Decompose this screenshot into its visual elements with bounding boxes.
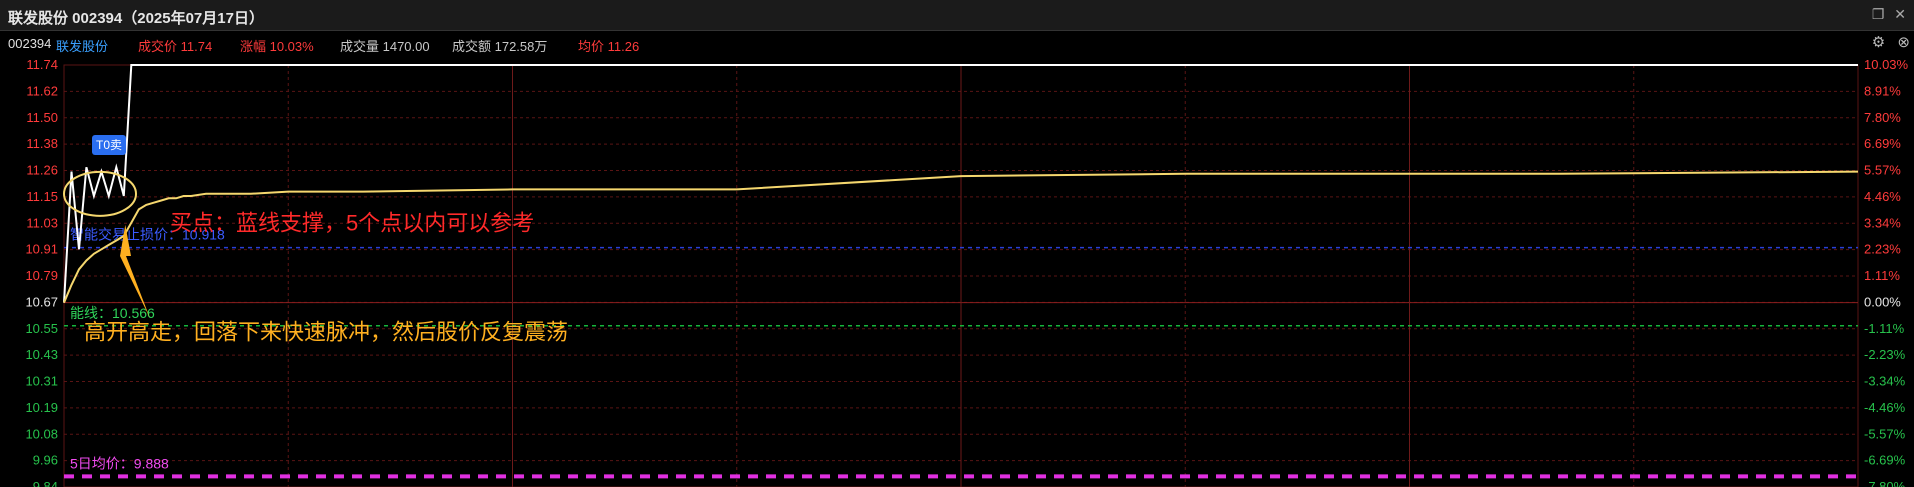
t0-sell-tag: T0卖: [96, 138, 122, 152]
y-tick-right: -4.46%: [1864, 400, 1906, 415]
y-tick-left: 10.08: [25, 426, 58, 441]
y-tick-right: -1.11%: [1864, 321, 1905, 336]
y-tick-right: 6.69%: [1864, 136, 1901, 151]
y-tick-right: 2.23%: [1864, 242, 1901, 257]
y-tick-left: 11.62: [26, 83, 58, 98]
open-note: 高开高走，回落下来快速脉冲，然后股价反复震荡: [84, 320, 568, 345]
y-tick-left: 11.03: [26, 215, 58, 230]
y-tick-right: -6.69%: [1864, 453, 1906, 468]
y-tick-right: 0.00%: [1864, 294, 1901, 309]
y-tick-left: 11.50: [26, 110, 58, 125]
y-tick-left: 9.84: [33, 479, 58, 487]
y-tick-right: 7.80%: [1864, 110, 1901, 125]
y-tick-left: 11.15: [26, 189, 58, 204]
y-tick-left: 9.96: [33, 453, 58, 468]
y-tick-left: 10.79: [25, 268, 58, 283]
intraday-chart: 11.74 10.03% 11.62 8.91% 11.50 7.80% 11.38 6.69…: [25, 57, 1909, 487]
reference-label: 5日均价：9.888: [70, 455, 169, 471]
y-tick-right: 10.03%: [1864, 57, 1909, 72]
y-tick-right: 4.46%: [1864, 189, 1901, 204]
reference-label: 能线：10.566: [70, 305, 155, 321]
y-tick-left: 10.55: [25, 321, 58, 336]
y-tick-right: -5.57%: [1864, 426, 1906, 441]
y-tick-right: 8.91%: [1864, 83, 1901, 98]
y-tick-right: -2.23%: [1864, 347, 1906, 362]
buy-note: 买点：蓝线支撑，5个点以内可以参考: [170, 211, 534, 236]
y-tick-left: 11.26: [26, 163, 58, 178]
y-tick-left: 10.91: [25, 242, 58, 257]
y-tick-left: 10.31: [25, 374, 58, 389]
y-tick-right: -3.34%: [1864, 374, 1906, 389]
y-tick-left: 11.38: [26, 136, 58, 151]
y-tick-right: 5.57%: [1864, 163, 1901, 178]
y-tick-left: 11.74: [26, 57, 58, 72]
y-tick-left: 10.19: [25, 400, 58, 415]
y-tick-left: 10.67: [25, 294, 58, 309]
y-tick-right: 3.34%: [1864, 215, 1901, 230]
y-tick-right: 1.11%: [1864, 268, 1900, 283]
y-tick-left: 10.43: [25, 347, 58, 362]
y-tick-right: -7.80%: [1864, 479, 1906, 487]
